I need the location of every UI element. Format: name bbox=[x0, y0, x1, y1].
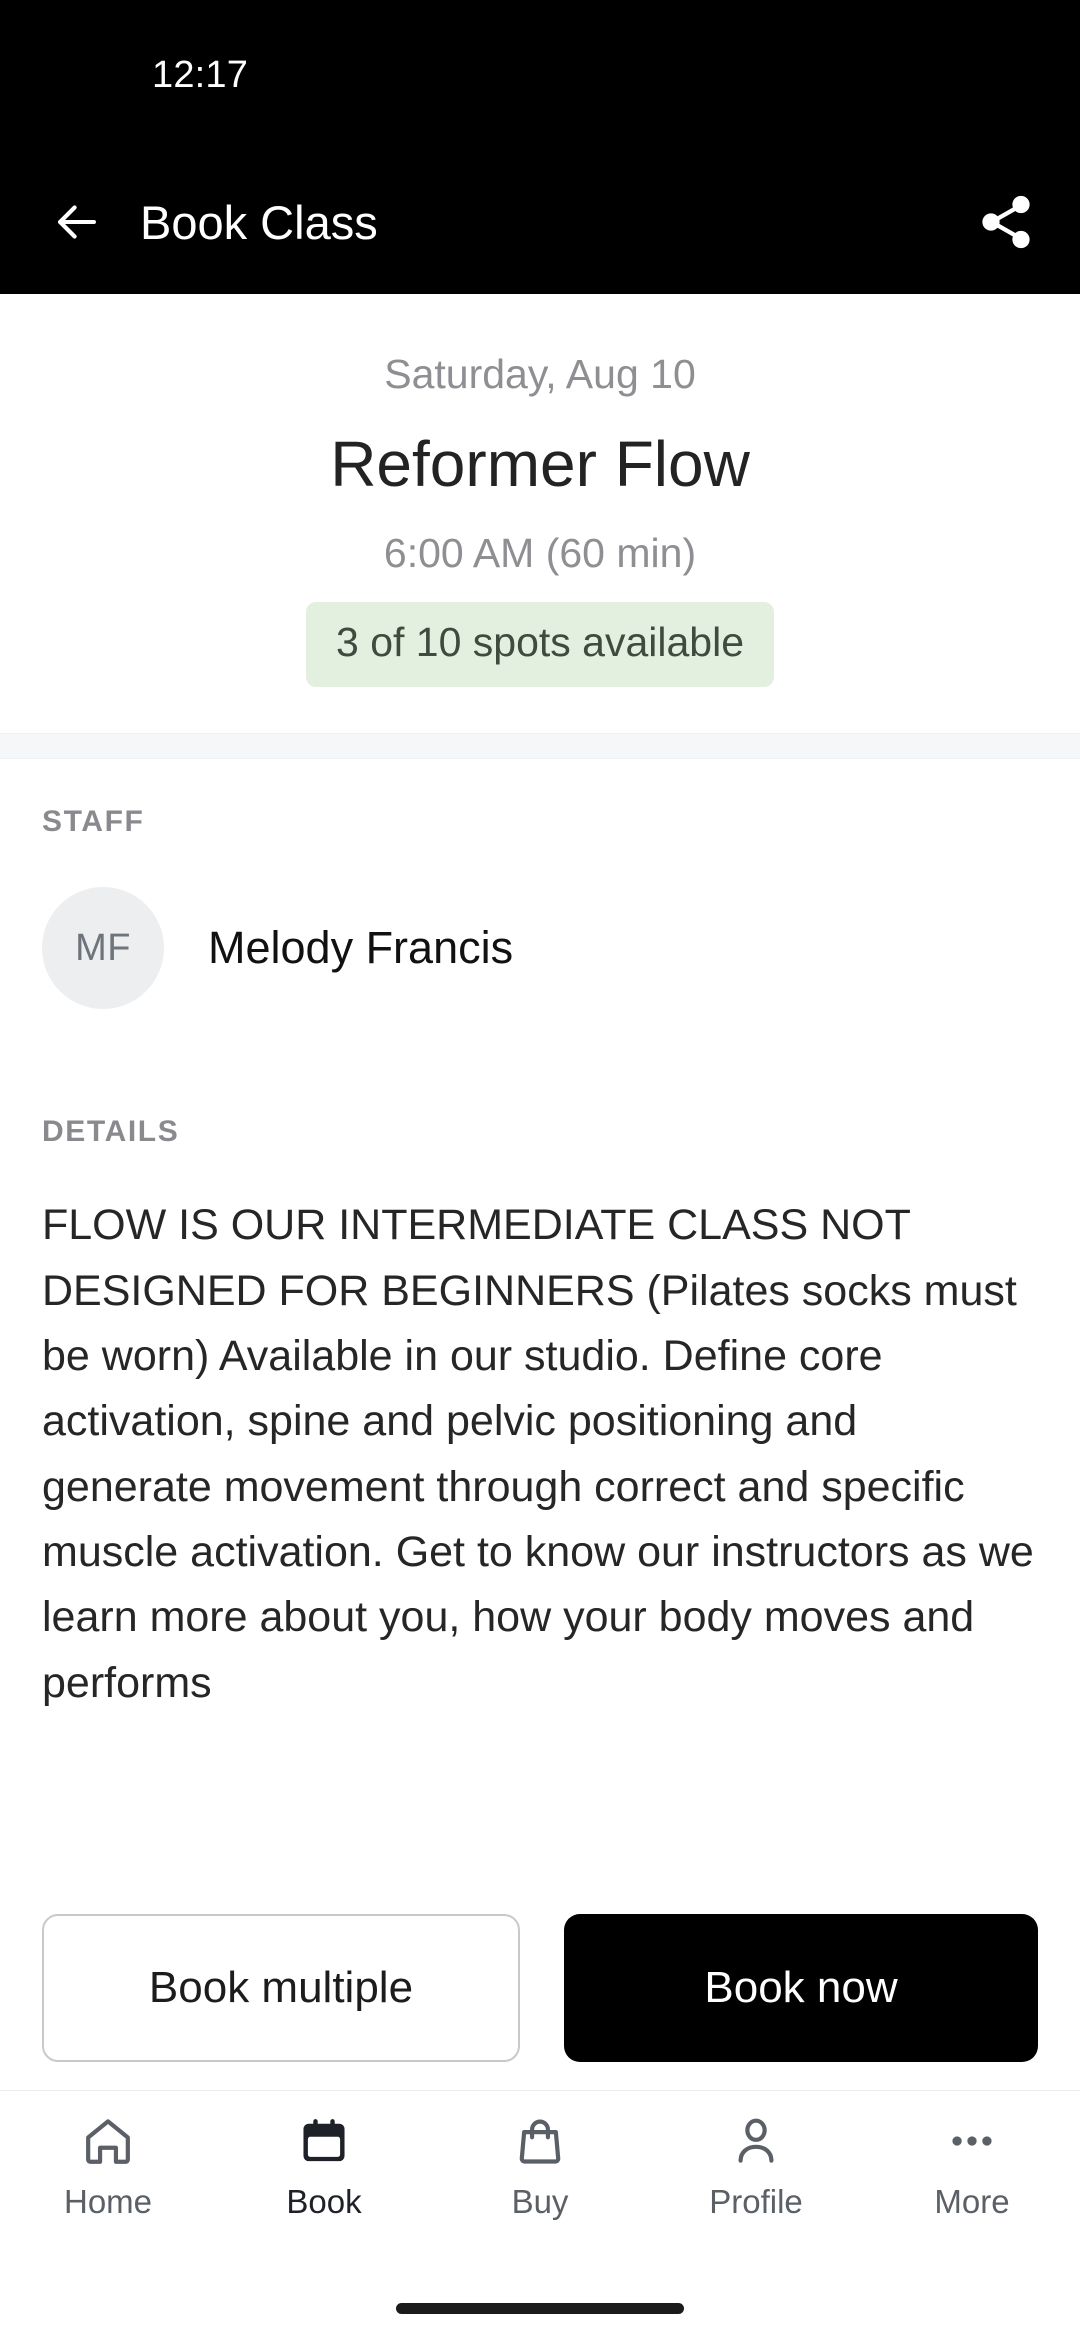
home-indicator[interactable] bbox=[396, 2302, 684, 2314]
home-icon bbox=[80, 2113, 136, 2169]
status-bar-clock: 12:17 bbox=[152, 53, 249, 96]
nav-item-home[interactable]: Home bbox=[0, 2113, 216, 2221]
shopping-bag-icon bbox=[512, 2113, 568, 2169]
status-badge: 3 of 10 spots available bbox=[306, 602, 774, 688]
book-multiple-button[interactable]: Book multiple bbox=[42, 1914, 520, 2062]
class-summary: Saturday, Aug 10 Reformer Flow 6:00 AM (… bbox=[0, 294, 1080, 734]
app-bar: Book Class bbox=[0, 150, 1080, 294]
ellipsis-icon bbox=[944, 2113, 1000, 2169]
arrow-left-icon[interactable] bbox=[48, 193, 106, 251]
staff-name: Melody Francis bbox=[208, 922, 514, 974]
action-bar: Book multiple Book now bbox=[0, 1892, 1080, 2090]
person-icon bbox=[728, 2113, 784, 2169]
details-description: FLOW IS OUR INTERMEDIATE CLASS NOT DESIG… bbox=[42, 1201, 1034, 1707]
gesture-bar bbox=[0, 2276, 1080, 2340]
details-section-label: DETAILS bbox=[42, 1115, 180, 1149]
class-time-duration: 6:00 AM (60 min) bbox=[383, 529, 697, 576]
nav-label-book: Book bbox=[286, 2183, 362, 2220]
app-screen: 12:17 Book Class Saturday, Aug 10 Reform… bbox=[0, 0, 1080, 2340]
nav-item-book[interactable]: Book bbox=[216, 2113, 432, 2221]
staff-row[interactable]: MF Melody Francis bbox=[42, 887, 1038, 1010]
avatar: MF bbox=[42, 887, 164, 1010]
page-title: Book Class bbox=[140, 195, 378, 249]
status-bar: 12:17 bbox=[0, 0, 1080, 150]
class-date: Saturday, Aug 10 bbox=[384, 351, 696, 397]
nav-item-more[interactable]: More bbox=[864, 2113, 1080, 2221]
content-scroll-area[interactable]: Saturday, Aug 10 Reformer Flow 6:00 AM (… bbox=[0, 294, 1080, 2090]
nav-label-more: More bbox=[934, 2183, 1010, 2220]
share-icon[interactable] bbox=[976, 192, 1036, 252]
nav-label-profile: Profile bbox=[709, 2183, 803, 2220]
nav-label-home: Home bbox=[63, 2183, 153, 2220]
calendar-icon bbox=[296, 2113, 352, 2169]
staff-section: STAFF MF Melody Francis DETAILS FLOW IS … bbox=[0, 805, 1080, 1716]
class-name: Reformer Flow bbox=[330, 428, 750, 501]
staff-section-label: STAFF bbox=[42, 805, 145, 839]
nav-item-buy[interactable]: Buy bbox=[432, 2113, 648, 2221]
book-now-button[interactable]: Book now bbox=[564, 1914, 1038, 2062]
nav-label-buy: Buy bbox=[511, 2183, 569, 2220]
section-divider bbox=[0, 733, 1080, 760]
bottom-navigation: Home Book Buy Profile More bbox=[0, 2090, 1080, 2276]
nav-item-profile[interactable]: Profile bbox=[648, 2113, 864, 2221]
